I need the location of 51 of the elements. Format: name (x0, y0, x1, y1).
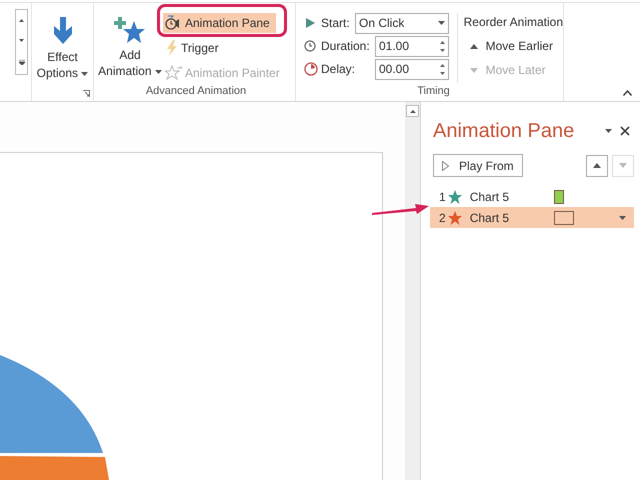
ribbon-button[interactable]: Animation Pane (163, 13, 276, 33)
annotation-arrow (372, 202, 430, 216)
item-label: Chart 5 (470, 210, 510, 226)
field-label: Delay: (321, 61, 356, 78)
down-triangle-icon (619, 163, 627, 168)
spinner-arrows-icon[interactable] (440, 64, 445, 74)
field-label: Start: (321, 15, 351, 32)
scroll-up-icon[interactable] (19, 18, 24, 22)
dialog-launcher-icon[interactable] (83, 90, 90, 97)
pane-options-icon (605, 129, 612, 133)
animation-item[interactable]: 2 Chart 5 (430, 207, 634, 228)
play-icon (442, 160, 449, 170)
up-triangle-icon (410, 110, 416, 112)
close-icon[interactable] (620, 126, 630, 136)
more-icon[interactable] (18, 60, 24, 66)
caret-icon (81, 72, 88, 76)
animation-item[interactable]: 1 Chart 5 (430, 186, 634, 207)
time-spinner[interactable]: 01.00 (375, 36, 449, 56)
spinner-arrows-icon[interactable] (440, 40, 445, 52)
down-arrow-icon (52, 17, 74, 45)
clock-icon (304, 40, 316, 52)
collapse-ribbon-icon[interactable] (623, 90, 632, 96)
ribbon-button[interactable]: Trigger (163, 38, 225, 58)
lightning-icon (165, 40, 179, 56)
up-triangle-icon (593, 163, 601, 168)
item-number: 1 (439, 188, 446, 206)
caret-icon (438, 21, 445, 25)
down-triangle-icon (470, 68, 478, 72)
star-brush-icon (165, 65, 183, 81)
move-up-button[interactable] (586, 154, 608, 176)
effect-options-button[interactable]: Effect Options (36, 17, 90, 81)
caret-icon (154, 70, 162, 74)
scroll-down-icon[interactable] (19, 39, 24, 42)
add-animation-button[interactable]: Add Animation (97, 3, 163, 83)
reorder-heading: Reorder Animation (464, 14, 563, 31)
group-label: Timing (416, 84, 451, 98)
item-number: 2 (439, 210, 446, 226)
scroll-up-button[interactable] (406, 105, 419, 117)
group-label: Advanced Animation (144, 84, 248, 99)
up-triangle-icon (470, 44, 478, 48)
item-menu-icon (619, 216, 626, 220)
field-label: Duration: (321, 38, 371, 55)
scroll-bar[interactable] (405, 102, 420, 480)
play-from-button[interactable]: Play From (433, 154, 523, 177)
reorder-button[interactable]: Move Earlier (464, 37, 563, 55)
timer-icon (304, 62, 318, 76)
item-label: Chart 5 (470, 188, 510, 206)
play-icon (304, 17, 316, 29)
time-spinner[interactable]: 00.00 (375, 58, 449, 80)
start-dropdown[interactable]: On Click (355, 12, 449, 34)
pane-title: Animation Pane (433, 119, 574, 144)
